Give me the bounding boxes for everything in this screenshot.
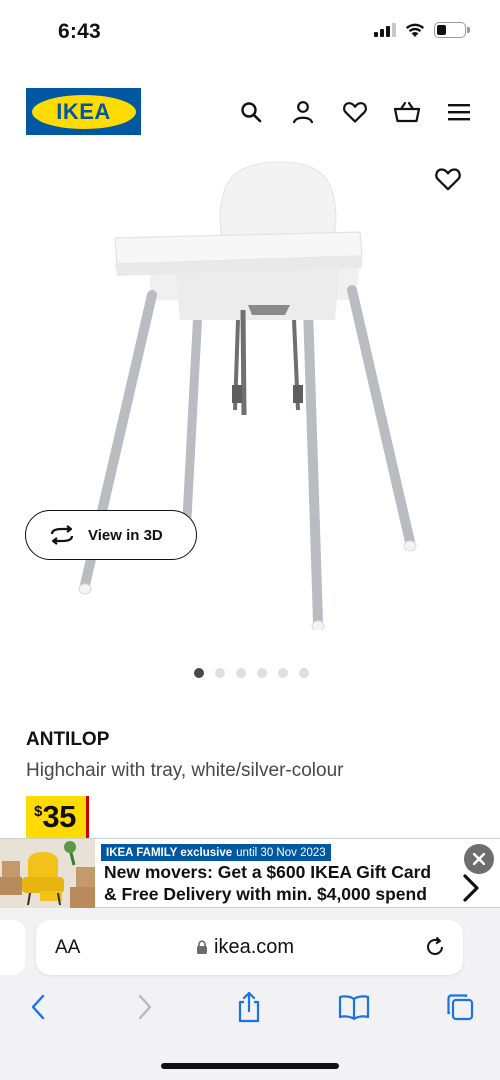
- basket-icon[interactable]: [392, 98, 422, 126]
- wifi-icon: [405, 23, 425, 37]
- product-description: Highchair with tray, white/silver-colour: [26, 760, 344, 781]
- add-to-favourites-button[interactable]: [434, 166, 462, 194]
- lock-icon: [197, 940, 207, 954]
- forward-button[interactable]: [128, 990, 162, 1024]
- product-gallery[interactable]: View in 3D: [0, 160, 500, 640]
- battery-level: [437, 25, 447, 35]
- pagination-dot[interactable]: [299, 668, 309, 678]
- search-icon[interactable]: [236, 98, 266, 126]
- status-icons: [374, 22, 470, 38]
- back-icon: [31, 994, 45, 1020]
- battery-icon: [434, 22, 470, 38]
- pagination-dot[interactable]: [236, 668, 246, 678]
- user-icon[interactable]: [288, 98, 318, 126]
- promo-subline: & Free Delivery with min. $4,000 spend: [104, 884, 427, 904]
- promo-close-button[interactable]: [464, 844, 494, 874]
- url-display[interactable]: ikea.com: [196, 936, 294, 959]
- back-button[interactable]: [21, 990, 55, 1024]
- view-in-3d-button[interactable]: View in 3D: [25, 510, 197, 560]
- promo-banner[interactable]: IKEA FAMILY exclusive until 30 Nov 2023 …: [0, 838, 500, 909]
- pagination-dot[interactable]: [194, 668, 204, 678]
- product-name: ANTILOP: [26, 729, 110, 750]
- reload-icon[interactable]: [423, 935, 447, 959]
- ikea-logo[interactable]: IKEA: [26, 88, 141, 135]
- heart-icon: [435, 168, 461, 191]
- heart-icon[interactable]: [340, 98, 370, 126]
- pagination-dot[interactable]: [215, 668, 225, 678]
- pagination-dot[interactable]: [257, 668, 267, 678]
- status-bar: 6:43: [0, 0, 500, 60]
- cellular-signal-icon: [374, 23, 396, 37]
- url-text: ikea.com: [214, 936, 295, 958]
- previous-tab-preview[interactable]: [0, 920, 25, 975]
- chevron-right-icon[interactable]: [462, 874, 480, 902]
- pagination-dot[interactable]: [278, 668, 288, 678]
- site-header: IKEA: [0, 84, 500, 140]
- promo-tag-date: until 30 Nov 2023: [236, 846, 326, 859]
- browser-bottom-bar: AA ikea.com: [0, 908, 500, 1080]
- text-size-button[interactable]: AA: [55, 937, 80, 959]
- menu-icon[interactable]: [444, 98, 474, 126]
- price-value: 35: [42, 799, 76, 834]
- logo-oval: IKEA: [31, 94, 136, 129]
- gallery-pagination: [194, 668, 309, 678]
- rotate-3d-icon: [50, 525, 74, 545]
- promo-headline: New movers: Get a $600 IKEA Gift Card: [104, 862, 432, 882]
- address-bar[interactable]: AA ikea.com: [36, 920, 463, 975]
- bookmarks-icon: [338, 995, 370, 1020]
- browser-toolbar: [0, 990, 500, 1030]
- close-icon: [473, 853, 485, 865]
- tabs-button[interactable]: [443, 990, 477, 1024]
- bookmarks-button[interactable]: [337, 990, 371, 1024]
- price-tag: $ 35: [26, 796, 86, 838]
- status-time: 6:43: [58, 20, 101, 43]
- share-icon: [238, 991, 260, 1023]
- view-in-3d-label: View in 3D: [88, 526, 163, 544]
- price-currency: $: [34, 803, 43, 820]
- logo-text: IKEA: [56, 98, 111, 124]
- promo-tag: IKEA FAMILY exclusive until 30 Nov 2023: [101, 844, 331, 861]
- share-button[interactable]: [232, 990, 266, 1024]
- home-indicator: [161, 1063, 339, 1069]
- header-actions: [236, 98, 474, 126]
- text-size-label: AA: [55, 937, 81, 958]
- tabs-icon: [447, 994, 474, 1021]
- promo-image: [0, 839, 95, 909]
- promo-tag-bold: IKEA FAMILY exclusive: [106, 846, 233, 859]
- forward-icon: [138, 994, 152, 1020]
